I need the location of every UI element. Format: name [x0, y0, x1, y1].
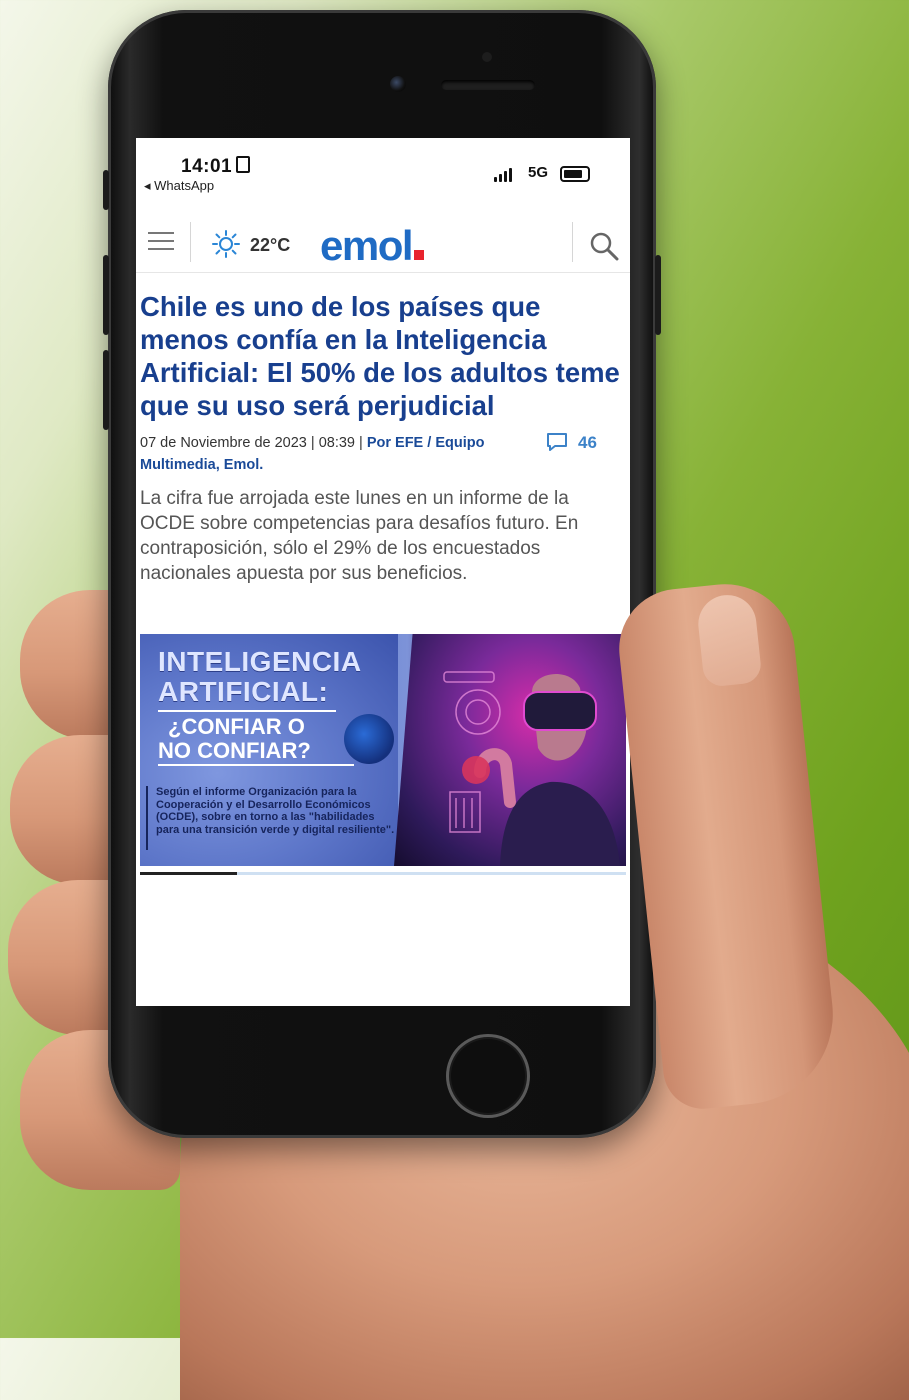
speech-bubble-icon — [547, 433, 567, 451]
robot-hand-icon — [344, 714, 394, 764]
header-divider-right — [572, 222, 573, 262]
battery-icon — [560, 166, 590, 182]
front-camera — [390, 76, 406, 92]
article-date: 07 de Noviembre de 2023 — [140, 435, 307, 451]
status-time-text: 14:01 — [181, 156, 233, 177]
site-header: 22°C emol — [136, 210, 630, 273]
reading-progress-bar — [140, 872, 626, 875]
comments-link[interactable]: 46 — [546, 432, 597, 453]
sun-icon — [212, 230, 240, 258]
search-icon[interactable] — [588, 230, 620, 262]
banner-question-line2: NO CONFIAR? — [158, 738, 311, 763]
network-type: 5G — [528, 164, 549, 181]
article-headline[interactable]: Chile es uno de los países que menos con… — [140, 290, 620, 422]
logo-dot — [414, 250, 425, 260]
screen-record-icon — [236, 156, 251, 173]
mute-switch — [103, 170, 109, 210]
reading-progress-fill — [140, 872, 238, 875]
article-banner-image[interactable]: INTELIGENCIA ARTIFICIAL: ¿CONFIAR O NO C… — [140, 634, 626, 866]
vr-headset-person-illustration — [443, 671, 620, 866]
banner-question-line1: ¿CONFIAR O — [168, 714, 305, 739]
back-to-app-link[interactable]: ◂ WhatsApp — [144, 178, 214, 194]
earpiece-speaker — [441, 80, 535, 90]
banner-title-line1: INTELIGENCIA — [158, 646, 362, 677]
banner-divider-2 — [158, 764, 354, 766]
volume-down-button — [103, 350, 109, 430]
temperature: 22°C — [250, 235, 291, 255]
power-button — [655, 255, 661, 335]
banner-note-bar — [146, 786, 148, 850]
article-lede: La cifra fue arrojada este lunes en un i… — [140, 488, 579, 584]
banner-note: Según el informe Organización para la Co… — [156, 786, 395, 836]
hamburger-menu-icon[interactable] — [148, 232, 174, 250]
phone-screen: 14:01 ◂ WhatsApp 5G 22°C emol Chile es u… — [136, 138, 630, 1006]
header-divider — [190, 222, 191, 262]
article-meta: 07 de Noviembre de 2023 | 08:39 | Por EF… — [140, 435, 485, 473]
logo-text: emol — [320, 222, 414, 269]
emol-logo[interactable]: emol — [320, 222, 425, 270]
article-time: 08:39 — [318, 435, 355, 451]
proximity-sensor — [482, 52, 492, 62]
status-bar: 14:01 ◂ WhatsApp 5G — [136, 138, 630, 198]
banner-divider — [158, 710, 336, 712]
comment-count: 46 — [578, 433, 597, 452]
home-button[interactable] — [446, 1034, 530, 1118]
status-time: 14:01 — [181, 156, 251, 178]
banner-title-line2: ARTIFICIAL: — [158, 676, 329, 707]
signal-icon — [494, 164, 514, 182]
volume-up-button — [103, 255, 109, 335]
